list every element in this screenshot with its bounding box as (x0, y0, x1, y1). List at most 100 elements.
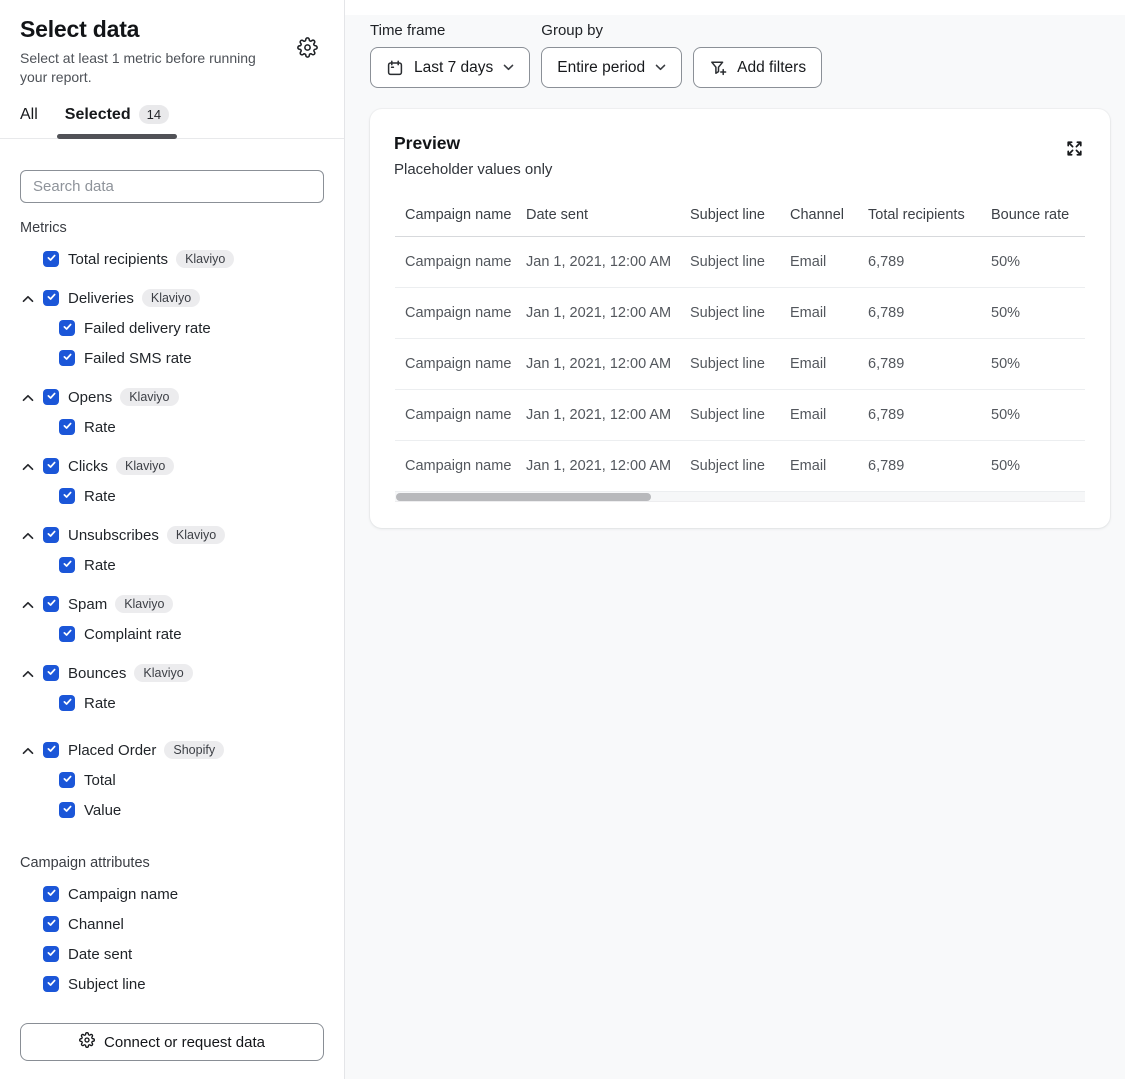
submetric-checkbox[interactable] (59, 802, 75, 818)
submetric-row: Failed SMS rate (0, 343, 344, 373)
expand-preview-button[interactable] (1065, 139, 1084, 158)
metric-row: Total recipients Klaviyo (0, 244, 344, 274)
metrics-section-label: Metrics (0, 220, 344, 236)
group-by-dropdown[interactable]: Entire period (541, 47, 682, 88)
search-input[interactable] (20, 170, 324, 203)
metric-checkbox[interactable] (43, 290, 59, 306)
submetric-label: Rate (84, 557, 116, 574)
column-header: Subject line (690, 207, 790, 237)
metric-checkbox[interactable] (43, 458, 59, 474)
table-cell: Campaign name (395, 237, 526, 288)
submetric-checkbox[interactable] (59, 350, 75, 366)
attribute-checkbox[interactable] (43, 946, 59, 962)
submetric-label: Failed SMS rate (84, 350, 192, 367)
page-title: Select data (20, 16, 324, 43)
table-cell: Subject line (690, 339, 790, 390)
metric-row: Placed Order Shopify (0, 735, 344, 765)
metric-group: Total recipients Klaviyo (0, 244, 344, 274)
preview-title: Preview (394, 133, 552, 154)
chevron-up-icon (22, 666, 34, 681)
metric-checkbox[interactable] (43, 596, 59, 612)
time-frame-dropdown[interactable]: Last 7 days (370, 47, 530, 88)
table-row: Campaign nameJan 1, 2021, 12:00 AMSubjec… (395, 390, 1085, 441)
attribute-checkbox[interactable] (43, 916, 59, 932)
check-icon (62, 694, 73, 712)
table-cell: 6,789 (868, 390, 991, 441)
tab-selected[interactable]: Selected 14 (65, 103, 169, 138)
check-icon (46, 885, 57, 903)
table-cell: 6,789 (868, 237, 991, 288)
submetric-label: Rate (84, 695, 116, 712)
check-icon (46, 250, 57, 268)
time-frame-control: Time frame Last 7 days (370, 22, 530, 88)
submetric-checkbox[interactable] (59, 557, 75, 573)
preview-subtitle: Placeholder values only (394, 161, 552, 178)
metric-checkbox[interactable] (43, 251, 59, 267)
attribute-checkbox[interactable] (43, 886, 59, 902)
settings-button[interactable] (297, 37, 318, 58)
submetric-checkbox[interactable] (59, 695, 75, 711)
source-badge: Shopify (164, 741, 224, 759)
chevron-up-icon (22, 597, 34, 612)
submetric-row: Rate (0, 688, 344, 718)
collapse-button[interactable] (22, 390, 35, 405)
attribute-row: Date sent (0, 939, 344, 969)
table-header-row: Campaign nameDate sentSubject lineChanne… (395, 207, 1085, 237)
submetric-checkbox[interactable] (59, 488, 75, 504)
metric-checkbox[interactable] (43, 389, 59, 405)
chevron-up-icon (22, 459, 34, 474)
add-filters-label: Add filters (737, 59, 806, 77)
table-row: Campaign nameJan 1, 2021, 12:00 AMSubjec… (395, 441, 1085, 492)
panel-subtitle: Select at least 1 metric before running … (0, 49, 344, 87)
metric-checkbox[interactable] (43, 527, 59, 543)
table-cell: 50% (991, 390, 1085, 441)
submetric-checkbox[interactable] (59, 772, 75, 788)
submetric-checkbox[interactable] (59, 626, 75, 642)
table-cell: 50% (991, 441, 1085, 492)
attribute-label: Subject line (68, 976, 146, 993)
attribute-checkbox[interactable] (43, 976, 59, 992)
group-by-value: Entire period (557, 59, 645, 77)
time-frame-label: Time frame (370, 22, 530, 39)
tab-all[interactable]: All (20, 103, 38, 138)
tabs: All Selected 14 (0, 103, 344, 139)
chevron-up-icon (22, 528, 34, 543)
collapse-button[interactable] (22, 597, 35, 612)
source-badge: Klaviyo (116, 457, 174, 475)
submetric-checkbox[interactable] (59, 419, 75, 435)
table-cell: Jan 1, 2021, 12:00 AM (526, 237, 690, 288)
table-cell: Campaign name (395, 390, 526, 441)
chevron-up-icon (22, 291, 34, 306)
add-filters-button[interactable]: Add filters (693, 47, 822, 88)
collapse-button[interactable] (22, 291, 35, 306)
tab-selected-label: Selected (65, 106, 131, 124)
submetric-row: Rate (0, 481, 344, 511)
collapse-button[interactable] (22, 528, 35, 543)
metric-label: Spam (68, 596, 107, 613)
gear-icon (297, 37, 318, 58)
scrollbar-thumb[interactable] (396, 493, 651, 501)
collapse-button[interactable] (22, 666, 35, 681)
attribute-label: Date sent (68, 946, 132, 963)
metric-checkbox[interactable] (43, 742, 59, 758)
table-cell: Email (790, 288, 868, 339)
metric-row: Clicks Klaviyo (0, 451, 344, 481)
table-cell: 50% (991, 237, 1085, 288)
collapse-button[interactable] (22, 743, 35, 758)
metric-group: Unsubscribes Klaviyo Rate (0, 520, 344, 580)
tab-all-label: All (20, 106, 38, 124)
column-header: Channel (790, 207, 868, 237)
selected-count-badge: 14 (139, 105, 169, 124)
connect-or-request-data-button[interactable]: Connect or request data (20, 1023, 324, 1061)
horizontal-scrollbar[interactable] (395, 492, 1085, 502)
collapse-button[interactable] (22, 459, 35, 474)
metric-checkbox[interactable] (43, 665, 59, 681)
submetric-row: Value (0, 795, 344, 825)
group-by-control: Group by Entire period (541, 22, 682, 88)
table-cell: Subject line (690, 288, 790, 339)
table-cell: Jan 1, 2021, 12:00 AM (526, 339, 690, 390)
submetric-checkbox[interactable] (59, 320, 75, 336)
gear-icon (79, 1032, 95, 1052)
metric-label: Clicks (68, 458, 108, 475)
table-cell: Jan 1, 2021, 12:00 AM (526, 390, 690, 441)
